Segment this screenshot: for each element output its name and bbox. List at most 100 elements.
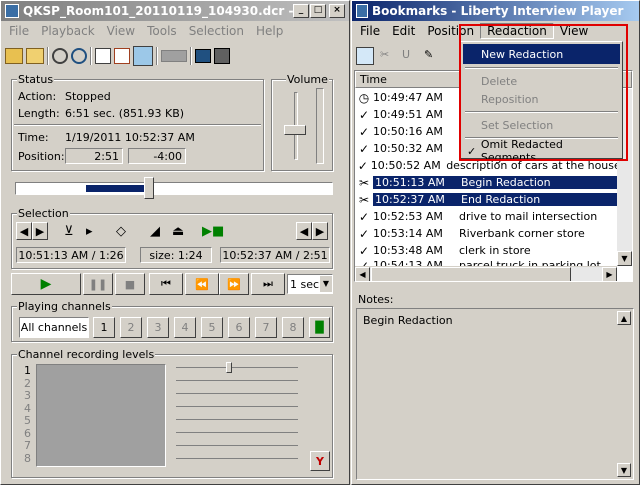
all-channels-button[interactable]: All channels: [19, 317, 89, 338]
menu-file[interactable]: File: [354, 24, 386, 38]
chevron-down-icon[interactable]: ▼: [320, 276, 332, 292]
scroll-down-button[interactable]: ▼: [617, 251, 632, 266]
check-bookmark-icon[interactable]: [356, 47, 374, 65]
channel-8-button[interactable]: 8: [282, 317, 304, 338]
list-item[interactable]: ✂ 10:51:13 AM Begin Redaction: [355, 174, 631, 191]
notes-scrollbar[interactable]: ▲ ▼: [617, 311, 631, 477]
channel-1-button[interactable]: 1: [93, 317, 115, 338]
eraser-icon[interactable]: ◇: [116, 224, 126, 239]
set-end-icon[interactable]: ▸: [86, 224, 93, 239]
gain-slider-thumb[interactable]: [226, 362, 232, 373]
go-to-end-button[interactable]: ⏭: [251, 273, 285, 295]
cut-icon[interactable]: ✂: [380, 48, 396, 64]
close-button[interactable]: ×: [329, 4, 345, 18]
left-window: QKSP_Room101_20110119_104930.dcr - Lib _…: [0, 0, 350, 485]
length-value: 6:51 sec. (851.93 KB): [65, 107, 185, 120]
selection-start-next-button[interactable]: ▶: [32, 222, 48, 240]
set-start-icon[interactable]: ⊻: [64, 224, 74, 239]
stop-button[interactable]: ■: [115, 273, 145, 295]
notes-scroll-down-button[interactable]: ▼: [617, 463, 631, 477]
right-title-bar[interactable]: Bookmarks - Liberty Interview Player: [352, 1, 639, 21]
selection-end-prev-button[interactable]: ◀: [296, 222, 312, 240]
clock-icon: ◷: [358, 90, 370, 105]
settings-icon[interactable]: [52, 48, 68, 64]
check-icon: ✓: [358, 124, 370, 139]
notes-scroll-up-button[interactable]: ▲: [617, 311, 631, 325]
scroll-thumb-horizontal[interactable]: [371, 267, 571, 281]
export-icon[interactable]: [214, 48, 230, 64]
left-toolbar: [3, 44, 343, 68]
menu-file[interactable]: File: [3, 24, 35, 38]
timeline-thumb[interactable]: [144, 177, 154, 199]
right-window-title: Bookmarks - Liberty Interview Player: [372, 4, 624, 18]
playing-channels-group: Playing channels All channels 1 2 3 4 5 …: [11, 300, 333, 342]
check-icon: ✓: [357, 158, 368, 173]
action-value: Stopped: [65, 90, 111, 103]
monitor-icon[interactable]: [195, 49, 211, 63]
list-item[interactable]: ✂ 10:52:37 AM End Redaction: [355, 191, 631, 208]
action-label: Action:: [18, 90, 57, 103]
selection-end-next-button[interactable]: ▶: [312, 222, 328, 240]
channel-2-button[interactable]: 2: [120, 317, 142, 338]
list-item[interactable]: ✓ 10:52:53 AM drive to mail intersection: [355, 208, 631, 225]
list-item[interactable]: ✓ 10:53:48 AM clerk in store: [355, 242, 631, 259]
length-label: Length:: [18, 107, 60, 120]
notes-text: Begin Redaction: [363, 314, 453, 327]
selection-start-field: 10:51:13 AM / 1:26: [16, 247, 126, 263]
bookmarks-icon[interactable]: [133, 46, 153, 66]
speed-dropdown[interactable]: 1 sec ▼: [287, 274, 333, 294]
position-field: 2:51: [65, 148, 123, 164]
rewind-button[interactable]: ⏪: [185, 273, 219, 295]
volume-slider[interactable]: [284, 125, 306, 135]
volume-group: Volume: [271, 73, 333, 171]
check-icon: ✓: [358, 107, 370, 122]
edit-icon[interactable]: ✎: [424, 48, 440, 64]
selection-size-field: size: 1:24: [140, 247, 212, 263]
list-item[interactable]: ✓ 10:53:14 AM Riverbank corner store: [355, 225, 631, 242]
play-button[interactable]: ▶: [11, 273, 81, 295]
channel-4-button[interactable]: 4: [174, 317, 196, 338]
underline-icon[interactable]: U: [402, 48, 418, 64]
position-remaining-field: -4:00: [128, 148, 186, 164]
channel-6-button[interactable]: 6: [228, 317, 250, 338]
time-column-label: Time: [360, 73, 387, 86]
menu-help[interactable]: Help: [250, 24, 289, 38]
levels-icon[interactable]: ▐▌: [309, 317, 330, 338]
open-file-icon[interactable]: [26, 48, 44, 64]
check-icon: ✓: [358, 243, 370, 258]
menu-selection[interactable]: Selection: [183, 24, 250, 38]
time-value: 1/19/2011 10:52:37 AM: [65, 131, 195, 144]
channel-7-button[interactable]: 7: [255, 317, 277, 338]
playing-channels-label: Playing channels: [17, 300, 112, 313]
scroll-left-button[interactable]: ◀: [355, 267, 370, 281]
search-icon[interactable]: [71, 48, 87, 64]
fast-forward-button[interactable]: ⏩: [219, 273, 249, 295]
timeline-track[interactable]: [15, 182, 333, 195]
pause-button[interactable]: ❚❚: [83, 273, 113, 295]
eject-icon[interactable]: ⏏: [172, 224, 184, 239]
maximize-button[interactable]: □: [310, 4, 326, 18]
notes-field[interactable]: Begin Redaction ▲ ▼: [356, 308, 634, 480]
go-to-start-button[interactable]: ⏮: [149, 273, 183, 295]
camera-icon[interactable]: [161, 50, 187, 62]
minimize-button[interactable]: _: [293, 4, 309, 18]
channel-3-button[interactable]: 3: [147, 317, 169, 338]
menu-playback[interactable]: Playback: [35, 24, 101, 38]
scroll-right-button[interactable]: ▶: [602, 267, 617, 281]
channel-5-button[interactable]: 5: [201, 317, 223, 338]
play-selection-icon[interactable]: ▶■: [202, 224, 224, 239]
speed-value: 1 sec: [290, 277, 320, 291]
horizontal-scrollbar[interactable]: ◀ ▶: [355, 266, 617, 281]
menu-edit[interactable]: Edit: [386, 24, 421, 38]
open-folder-icon[interactable]: [5, 48, 23, 64]
notes-icon[interactable]: [114, 48, 130, 64]
status-group: Status Action: Stopped Length: 6:51 sec.…: [11, 73, 264, 171]
check-icon: ✓: [358, 209, 370, 224]
filter-icon[interactable]: Y: [310, 451, 330, 471]
properties-icon[interactable]: [95, 48, 111, 64]
menu-tools[interactable]: Tools: [141, 24, 183, 38]
bookmark-app-icon: [356, 4, 368, 18]
selection-start-prev-button[interactable]: ◀: [16, 222, 32, 240]
menu-view[interactable]: View: [101, 24, 141, 38]
go-start-icon[interactable]: ◢: [150, 224, 160, 239]
